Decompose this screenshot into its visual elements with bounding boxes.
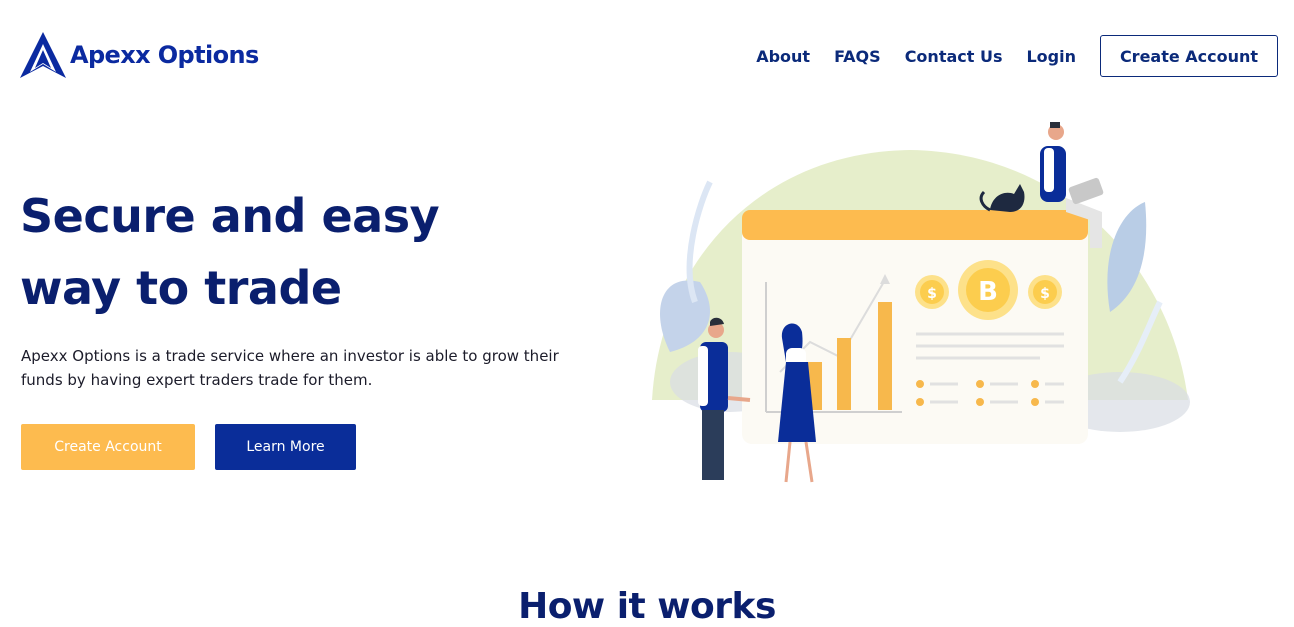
nav-link-about[interactable]: About	[756, 47, 810, 66]
nav-link-login[interactable]: Login	[1026, 47, 1076, 66]
brand-name: Apexx Options	[70, 41, 259, 69]
main-nav: About FAQS Contact Us Login Create Accou…	[732, 35, 1278, 77]
hero-description: Apexx Options is a trade service where a…	[21, 347, 559, 389]
hero-title-line-1: Secure and easy	[20, 189, 440, 243]
nav-link-contact[interactable]: Contact Us	[905, 47, 1003, 66]
trading-dashboard-illustration: $ B $	[652, 122, 1190, 483]
hero-title-line-2: way to trade	[20, 261, 342, 315]
how-it-works-title: How it works	[518, 586, 776, 627]
coin-dollar-left: $	[927, 286, 937, 302]
hero-create-account-button[interactable]: Create Account	[21, 424, 195, 470]
coin-bitcoin: B	[978, 277, 998, 307]
apex-logo-icon	[20, 32, 66, 78]
brand-logo[interactable]: Apexx Options	[20, 30, 259, 80]
hero-learn-more-button[interactable]: Learn More	[215, 424, 356, 470]
hero-illustration: $ B $	[640, 112, 1200, 492]
coin-dollar-right: $	[1040, 286, 1050, 302]
header-create-account-button[interactable]: Create Account	[1100, 35, 1278, 77]
hero-title: Secure and easy way to trade	[20, 180, 620, 324]
site-header: Apexx Options About FAQS Contact Us Logi…	[0, 0, 1294, 110]
nav-link-faqs[interactable]: FAQS	[834, 47, 881, 66]
